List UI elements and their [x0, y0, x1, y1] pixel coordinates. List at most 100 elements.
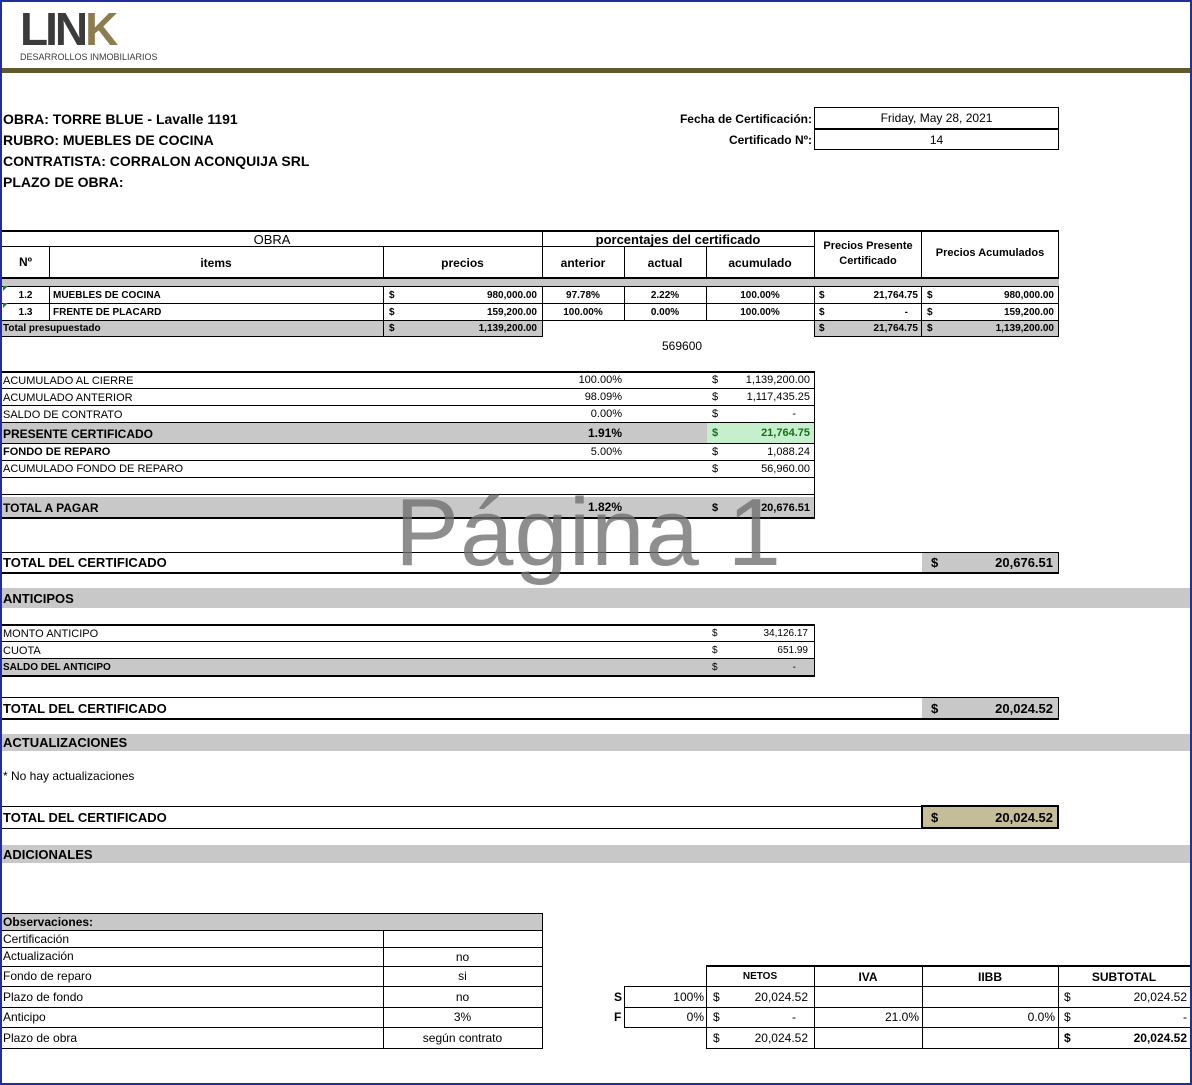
- summary-label: ACUMULADO AL CIERRE: [3, 375, 134, 387]
- anticipo-value: 34,126.17: [763, 628, 809, 639]
- col-precios-acumulados: Precios Acumulados: [935, 247, 1045, 259]
- total-presupuestado-label: Total presupuestado: [3, 323, 101, 334]
- actualizaciones-band: [2, 734, 1190, 751]
- col-netos: NETOS: [742, 971, 778, 982]
- actualizaciones-note: * No hay actualizaciones: [3, 769, 135, 783]
- col-items: items: [200, 256, 232, 270]
- group-porcentajes: porcentajes del certificado: [595, 232, 761, 247]
- total-certificado-currency: $: [931, 810, 939, 825]
- logo: LINK: [20, 2, 118, 56]
- col-precios-presente-label: Precios Presente Certificado: [823, 240, 913, 267]
- anticipo-label: CUOTA: [3, 645, 41, 657]
- anticipo-value: -: [792, 662, 796, 673]
- row-currency: $: [389, 290, 395, 301]
- adicionales-band: [2, 845, 1190, 863]
- summary-pct: 5.00%: [590, 446, 622, 458]
- summary-value: 1,117,435.25: [746, 391, 810, 403]
- cert-field: 14: [814, 129, 1059, 150]
- summary-value: 1,139,200.00: [745, 374, 810, 386]
- obs-label: Fondo de reparo: [3, 969, 92, 983]
- anticipos-title: ANTICIPOS: [3, 591, 74, 606]
- group-obra: OBRA: [253, 232, 291, 247]
- tax-subtotal: -: [1183, 1010, 1187, 1024]
- logo-text: LIN: [20, 3, 88, 55]
- anticipos-band: [2, 588, 1190, 608]
- summary-currency: $: [712, 374, 719, 386]
- tax-currency: $: [713, 1010, 720, 1024]
- obs-value: no: [455, 950, 470, 964]
- obs-label: Plazo de obra: [3, 1031, 78, 1045]
- total-certificado-currency: $: [931, 555, 939, 570]
- total-certificado-label: TOTAL DEL CERTIFICADO: [3, 810, 167, 825]
- anticipo-currency: $: [712, 662, 718, 673]
- total-certificado-value: 20,676.51: [995, 555, 1053, 570]
- logo-subtitle: DESARROLLOS INMOBILIARIOS: [20, 52, 158, 62]
- row-presente: 21,764.75: [873, 290, 919, 301]
- row-anterior: 100.00%: [563, 307, 603, 318]
- anticipo-label: MONTO ANTICIPO: [3, 628, 99, 640]
- summary-pct: 98.09%: [584, 391, 622, 403]
- total-acum: 1,139,200.00: [995, 323, 1054, 334]
- summary-value: 56,960.00: [761, 463, 810, 475]
- summary-value: 1,088.24: [767, 446, 810, 458]
- total-a-pagar-label: TOTAL A PAGAR: [3, 501, 99, 515]
- col-iibb: IIBB: [978, 970, 1002, 984]
- tax-iibb: 0.0%: [1027, 1010, 1055, 1024]
- total-certificado-label: TOTAL DEL CERTIFICADO: [3, 555, 167, 570]
- row-precio: 980,000.00: [486, 290, 537, 301]
- obs-label: Anticipo: [3, 1010, 46, 1024]
- row-currency: $: [927, 307, 933, 318]
- tax-code: S: [614, 990, 623, 1004]
- tax-netos: 20,024.52: [754, 990, 808, 1004]
- tax-subtotal: 20,024.52: [1133, 990, 1187, 1004]
- anticipo-currency: $: [712, 645, 718, 656]
- obs-label: Certificación: [3, 932, 70, 946]
- row-acumulado: 100.00%: [740, 307, 780, 318]
- tax-total-currency: $: [1064, 1031, 1071, 1045]
- tax-iva: 21.0%: [884, 1010, 919, 1024]
- summary-currency: $: [712, 408, 719, 420]
- total-certificado-currency: $: [931, 701, 939, 716]
- row-acum: 159,200.00: [1003, 307, 1054, 318]
- total-precio: 1,139,200.00: [478, 323, 537, 334]
- summary-label: FONDO DE REPARO: [3, 446, 111, 458]
- actualizaciones-title: ACTUALIZACIONES: [3, 735, 128, 750]
- row-actual: 2.22%: [650, 290, 680, 301]
- total-certificado-label: TOTAL DEL CERTIFICADO: [3, 701, 167, 716]
- row-acumulado: 100.00%: [740, 290, 780, 301]
- col-n: Nº: [18, 255, 33, 269]
- col-acumulado: acumulado: [728, 256, 792, 270]
- page-watermark: Página 1: [395, 479, 782, 586]
- tax-pct: 100%: [673, 990, 704, 1004]
- tax-currency: $: [1064, 990, 1071, 1004]
- adicionales-title: ADICIONALES: [3, 847, 93, 862]
- total-certificado-value: 20,024.52: [995, 810, 1053, 825]
- obs-value: no: [455, 990, 470, 1004]
- summary-pct: 0.00%: [590, 408, 622, 420]
- summary-pct: 100.00%: [578, 374, 622, 386]
- tax-currency: $: [1064, 1010, 1071, 1024]
- row-presente: -: [904, 307, 908, 318]
- summary-pct: 1.91%: [587, 426, 622, 440]
- header-rule: [2, 68, 1190, 73]
- observaciones-title: Observaciones:: [3, 915, 94, 929]
- fecha-field: Friday, May 28, 2021: [814, 107, 1059, 129]
- stray-value: 569600: [662, 339, 703, 353]
- anticipo-label: SALDO DEL ANTICIPO: [3, 662, 111, 673]
- rubro-title: RUBRO: MUEBLES DE COCINA: [3, 132, 214, 148]
- tax-total-subtotal: 20,024.52: [1133, 1031, 1187, 1045]
- total-currency: $: [389, 323, 395, 334]
- summary-label: ACUMULADO ANTERIOR: [3, 392, 133, 404]
- fecha-label: Fecha de Certificación:: [679, 112, 812, 126]
- cert-label: Certificado Nº:: [728, 133, 812, 147]
- col-anterior: anterior: [560, 256, 606, 270]
- summary-currency: $: [712, 446, 719, 458]
- obs-value: según contrato: [422, 1031, 503, 1045]
- total-currency: $: [927, 323, 933, 334]
- tax-pct: 0%: [686, 1010, 704, 1024]
- obs-value: si: [458, 969, 467, 983]
- obra-title: OBRA: TORRE BLUE - Lavalle 1191: [3, 111, 238, 127]
- summary-currency: $: [712, 463, 719, 475]
- row-actual: 0.00%: [650, 307, 680, 318]
- row-currency: $: [389, 307, 395, 318]
